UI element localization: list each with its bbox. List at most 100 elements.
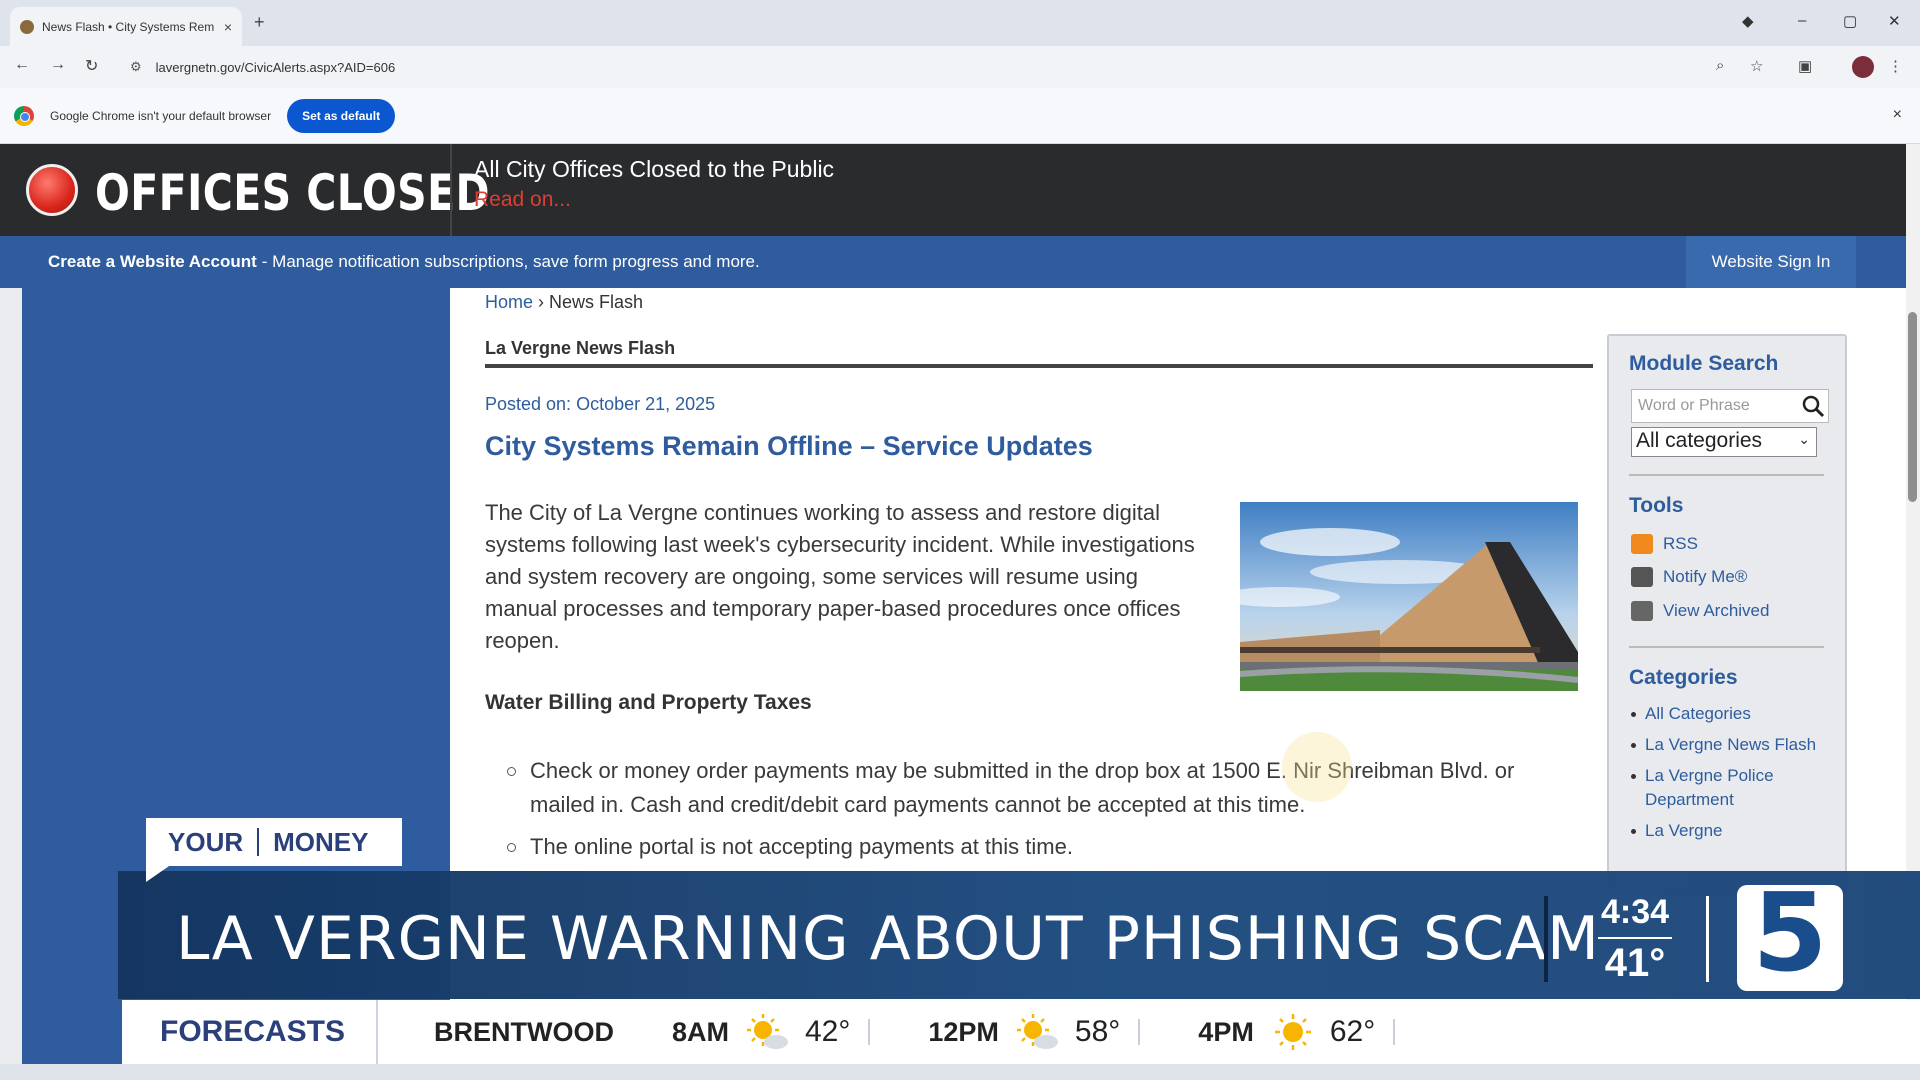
forecast-hour: 12PM [928,1016,999,1047]
time-temp-divider [1598,937,1672,939]
module-sidebar: Module Search Word or Phrase All categor… [1607,334,1847,894]
browser-tab-strip: News Flash • City Systems Rem × + ◆ – ▢ … [0,0,1920,46]
alert-read-on-link[interactable]: Read on... [474,188,571,212]
os-taskbar [0,1064,1920,1080]
broadcast-headline: LA VERGNE WARNING ABOUT PHISHING SCAM [176,904,1600,974]
alert-divider [450,144,452,236]
rss-label: RSS [1663,534,1698,553]
broadcast-time: 4:34 [1600,893,1670,931]
article-intro: The City of La Vergne continues working … [485,500,1195,653]
chevron-down-icon: ⌄ [1798,431,1810,447]
create-account-link[interactable]: Create a Website Account [48,252,257,272]
partly-sunny-icon [747,1014,788,1049]
forecast-item: 12PM 58° [928,1012,1141,1052]
category-list: All Categories La Vergne News Flash La V… [1629,702,1839,850]
module-search-heading: Module Search [1629,352,1779,375]
notify-me-link[interactable]: Notify Me® [1631,567,1747,587]
forecast-temp: 62° [1329,1015,1376,1048]
site-favicon-icon [20,19,34,34]
infobar-message: Google Chrome isn't your default browser [50,108,272,123]
infobar-close-icon[interactable]: × [1893,106,1902,124]
default-browser-infobar: Google Chrome isn't your default browser… [0,88,1920,144]
account-bar: Create a Website Account - Manage notifi… [0,236,1906,288]
chrome-logo-icon [14,105,34,126]
tab-title: News Flash • City Systems Rem [42,19,215,34]
reload-icon[interactable]: ↻ [85,56,98,76]
forecast-hour: 8AM [671,1016,729,1047]
posted-date: Posted on: October 21, 2025 [485,394,716,414]
category-link[interactable]: La Vergne News Flash [1629,733,1839,757]
search-icon[interactable] [1801,394,1825,418]
restore-icon[interactable]: ▢ [1843,12,1857,30]
archive-icon [1631,601,1653,621]
category-link[interactable]: La Vergne Police Department [1629,764,1839,812]
forecast-separator [1138,1019,1141,1045]
account-description: - Manage notification subscriptions, sav… [261,252,760,271]
offices-closed-banner: OFFICES CLOSED All City Offices Closed t… [0,144,1906,236]
left-edge [0,288,22,1080]
segment-badge: YOUR MONEY [146,818,402,866]
badge-left-text: YOUR [168,826,244,857]
url-text[interactable]: lavergnetn.gov/CivicAlerts.aspx?AID=606 [156,60,396,75]
notify-me-label: Notify Me® [1663,567,1748,586]
browser-tab[interactable]: News Flash • City Systems Rem × [10,7,242,46]
forecast-separator [868,1019,871,1045]
alert-light-icon [26,164,78,216]
channel-5-logo: 5 [1737,879,1843,991]
forecast-hour: 4PM [1198,1016,1254,1047]
tab-search-icon[interactable]: ◆ [1742,12,1754,30]
forecast-temp: 42° [805,1015,851,1048]
mouse-cursor-highlight [1282,732,1352,802]
sidebar-divider [1629,474,1824,476]
profile-avatar[interactable] [1852,56,1874,78]
zoom-icon[interactable]: ⌕ [1716,57,1724,74]
site-settings-icon[interactable]: ⚙ [130,59,142,75]
channel-number: 5 [1752,871,1828,996]
tab-close-icon[interactable]: × [224,19,232,35]
city-hall-photo [1240,502,1578,691]
category-select[interactable]: All categories ⌄ [1631,427,1817,457]
forecast-item: 8AM 42° [671,1012,871,1052]
menu-kebab-icon[interactable]: ⋮ [1888,57,1903,75]
browser-toolbar: ← → ↻ ⚙ lavergnetn.gov/CivicAlerts.aspx?… [0,46,1920,88]
address-bar[interactable]: ⚙ lavergnetn.gov/CivicAlerts.aspx?AID=60… [122,51,1762,83]
view-archived-link[interactable]: View Archived [1631,601,1769,621]
badge-tail [146,864,172,882]
set-default-button[interactable]: Set as default [287,98,396,133]
list-item: The online portal is not accepting payme… [505,830,1585,864]
section-title: La Vergne News Flash [485,338,676,358]
window-close-icon[interactable]: ✕ [1888,12,1901,30]
sidebar-divider [1629,646,1824,648]
category-link[interactable]: All Categories [1629,702,1839,726]
alert-headline: All City Offices Closed to the Public [474,156,835,182]
view-archived-label: View Archived [1663,601,1770,620]
section-divider [485,364,1593,368]
section-subhead: Water Billing and Property Taxes [485,691,812,714]
rss-link[interactable]: RSS [1631,534,1698,554]
scrollbar-thumb[interactable] [1908,312,1917,502]
badge-right-text: MONEY [273,826,369,857]
sunny-icon [1274,1014,1311,1050]
alert-title: OFFICES CLOSED [95,164,490,222]
category-select-value: All categories [1636,429,1763,452]
new-tab-button[interactable]: + [254,12,265,33]
category-link[interactable]: La Vergne [1629,819,1839,843]
bookmark-star-icon[interactable]: ☆ [1750,57,1763,75]
article-bullet-list: Check or money order payments may be sub… [505,754,1585,872]
article-title: City Systems Remain Offline – Service Up… [485,431,1093,461]
forward-icon[interactable]: → [50,56,66,74]
back-icon[interactable]: ← [14,56,30,74]
forecast-ticker: FORECASTS BRENTWOOD 8AM 42° 12PM 58° 4PM… [122,1000,1920,1064]
logo-divider [1706,896,1709,982]
minimize-icon[interactable]: – [1798,12,1806,29]
forecast-item: 4PM 62° [1198,1012,1396,1052]
badge-separator [257,828,260,856]
reading-mode-icon[interactable]: ▣ [1798,57,1812,75]
ticker-label: FORECASTS [122,1000,378,1064]
website-sign-in-button[interactable]: Website Sign In [1686,236,1856,288]
ticker-city: BRENTWOOD [434,1016,614,1047]
partly-sunny-icon [1016,1014,1058,1049]
breadcrumb-separator: › [538,292,545,312]
module-search-input[interactable]: Word or Phrase [1631,389,1829,423]
breadcrumb-home-link[interactable]: Home [485,292,533,312]
